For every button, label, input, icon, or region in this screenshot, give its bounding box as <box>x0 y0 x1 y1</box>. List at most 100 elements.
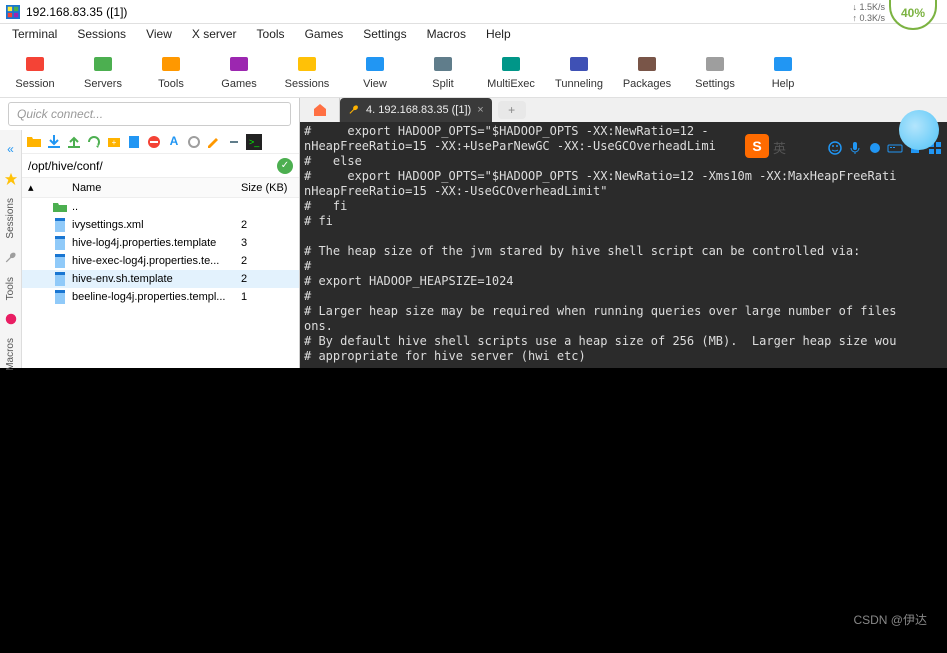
tool-view[interactable]: View <box>350 52 400 90</box>
multiexec-icon <box>499 52 523 76</box>
col-size[interactable]: Size (KB) <box>241 182 293 194</box>
tunneling-icon <box>567 52 591 76</box>
col-name[interactable]: Name <box>42 182 241 194</box>
menu-terminal[interactable]: Terminal <box>12 27 57 41</box>
edit-icon[interactable] <box>206 134 222 150</box>
new-file-icon[interactable] <box>126 134 142 150</box>
tool-settings[interactable]: Settings <box>690 52 740 90</box>
tool-tunneling[interactable]: Tunneling <box>554 52 604 90</box>
window-title: 192.168.83.35 ([1]) <box>26 5 127 19</box>
menu-xserver[interactable]: X server <box>192 27 237 41</box>
file-row[interactable]: hive-env.sh.template2 <box>22 270 299 288</box>
menu-bar: Terminal Sessions View X server Tools Games Se… <box>0 24 947 44</box>
smile-icon[interactable] <box>827 140 843 156</box>
network-speed: ↓ 1.5K/s ↑ 0.3K/s <box>852 2 885 24</box>
menu-macros[interactable]: Macros <box>427 27 466 41</box>
tool-multiexec[interactable]: MultiExec <box>486 52 536 90</box>
link-icon[interactable] <box>226 134 242 150</box>
svg-text:+: + <box>112 138 117 147</box>
hidden-icon[interactable] <box>186 134 202 150</box>
ime-lang[interactable]: 英 <box>773 138 786 157</box>
left-pane: Quick connect... « Sessions Tools Macros <box>0 98 300 368</box>
sessions-icon <box>295 52 319 76</box>
side-tab-macros[interactable]: Macros <box>5 338 16 371</box>
download-icon[interactable] <box>46 134 62 150</box>
folder-up-icon <box>52 200 68 214</box>
side-tab-tools[interactable]: Tools <box>5 277 16 300</box>
tool-tools[interactable]: Tools <box>146 52 196 90</box>
wrench-icon[interactable] <box>4 251 18 265</box>
menu-tools[interactable]: Tools <box>257 27 285 41</box>
terminal-tab-bar: 4. 192.168.83.35 ([1]) × + <box>300 98 947 122</box>
refresh-icon[interactable] <box>86 134 102 150</box>
side-tabs: « Sessions Tools Macros <box>0 130 22 368</box>
watermark: CSDN @伊达 <box>853 611 927 628</box>
main-toolbar: Session Servers Tools Games Sessions View Spli… <box>0 44 947 98</box>
file-row[interactable]: hive-log4j.properties.template3 <box>22 234 299 252</box>
path-ok-icon: ✓ <box>277 158 293 174</box>
file-icon <box>52 290 68 304</box>
text-icon[interactable]: A <box>166 134 182 150</box>
globe-icon[interactable] <box>899 110 939 150</box>
file-list-header: ▴ Name Size (KB) <box>22 178 299 198</box>
tool-sessions[interactable]: Sessions <box>282 52 332 90</box>
games-icon <box>227 52 251 76</box>
menu-games[interactable]: Games <box>305 27 344 41</box>
file-row[interactable]: beeline-log4j.properties.templ...1 <box>22 288 299 306</box>
new-folder-icon[interactable]: + <box>106 134 122 150</box>
path-input[interactable] <box>28 159 277 173</box>
file-row[interactable]: hive-exec-log4j.properties.te...2 <box>22 252 299 270</box>
tool-servers[interactable]: Servers <box>78 52 128 90</box>
collapse-left-icon[interactable]: « <box>4 142 18 156</box>
right-pane: 4. 192.168.83.35 ([1]) × + # export HADO… <box>300 98 947 368</box>
macros-icon[interactable] <box>4 312 18 326</box>
star-icon[interactable] <box>4 172 18 186</box>
menu-settings[interactable]: Settings <box>363 27 406 41</box>
file-row[interactable]: ivysettings.xml2 <box>22 216 299 234</box>
ime-badge[interactable]: S <box>745 134 769 158</box>
settings-icon <box>703 52 727 76</box>
title-bar: 192.168.83.35 ([1]) <box>0 0 947 24</box>
split-icon <box>431 52 455 76</box>
terminal-icon[interactable]: >_ <box>246 134 262 150</box>
tab-home[interactable] <box>300 98 340 122</box>
tool-games[interactable]: Games <box>214 52 264 90</box>
file-icon <box>52 254 68 268</box>
delete-icon[interactable] <box>146 134 162 150</box>
file-toolbar: + A >_ <box>22 130 299 154</box>
tool-packages[interactable]: Packages <box>622 52 672 90</box>
tab-active[interactable]: 4. 192.168.83.35 ([1]) × <box>340 98 492 122</box>
file-icon <box>52 272 68 286</box>
keyboard-icon[interactable] <box>887 140 903 156</box>
tool-session[interactable]: Session <box>10 52 60 90</box>
tab-close-icon[interactable]: × <box>477 104 483 116</box>
mic-icon[interactable] <box>847 140 863 156</box>
file-list: ..ivysettings.xml2hive-log4j.properties.… <box>22 198 299 306</box>
tool-help[interactable]: Help <box>758 52 808 90</box>
session-icon <box>23 52 47 76</box>
svg-text:>_: >_ <box>249 137 260 147</box>
app-logo-icon <box>6 5 20 19</box>
wrench-icon <box>348 104 360 116</box>
home-icon <box>312 102 328 118</box>
side-tab-sessions[interactable]: Sessions <box>5 198 16 239</box>
menu-sessions[interactable]: Sessions <box>77 27 126 41</box>
file-icon <box>52 218 68 232</box>
menu-view[interactable]: View <box>146 27 172 41</box>
file-icon <box>52 236 68 250</box>
packages-icon <box>635 52 659 76</box>
file-browser: + A >_ ✓ ▴ Name <box>22 130 299 368</box>
tools-icon <box>159 52 183 76</box>
tool-split[interactable]: Split <box>418 52 468 90</box>
quick-connect-input[interactable]: Quick connect... <box>8 102 291 126</box>
upload-icon[interactable] <box>66 134 82 150</box>
file-row[interactable]: .. <box>22 198 299 216</box>
tab-add-button[interactable]: + <box>498 101 526 119</box>
path-bar: ✓ <box>22 154 299 178</box>
help-icon <box>771 52 795 76</box>
folder-icon[interactable] <box>26 134 42 150</box>
record-icon[interactable] <box>867 140 883 156</box>
view-icon <box>363 52 387 76</box>
menu-help[interactable]: Help <box>486 27 511 41</box>
terminal-output[interactable]: # export HADOOP_OPTS="$HADOOP_OPTS -XX:N… <box>300 122 947 368</box>
